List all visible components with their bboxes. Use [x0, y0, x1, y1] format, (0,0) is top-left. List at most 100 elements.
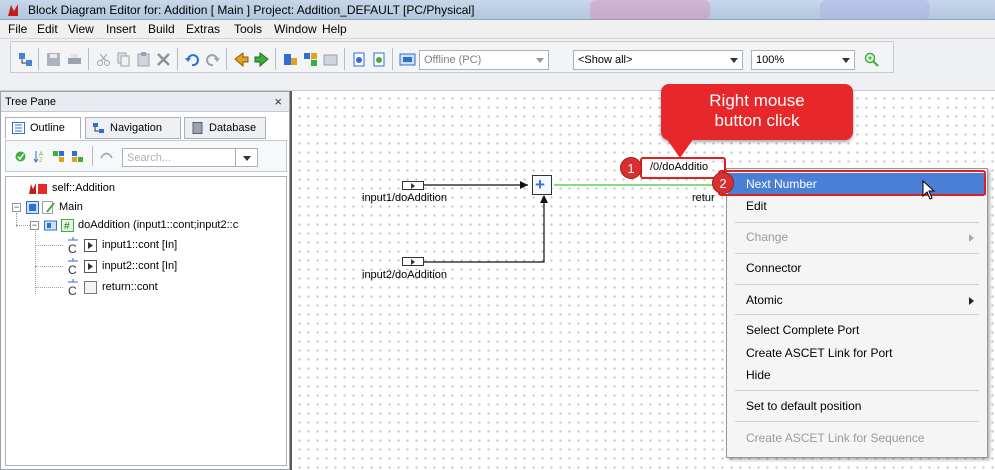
zoom-in-icon[interactable]	[863, 51, 880, 68]
tree-pane: Tree Pane × Outline Navigation Database …	[0, 91, 290, 470]
open-document-icon[interactable]	[351, 51, 368, 68]
mode-select[interactable]: Offline (PC)	[419, 50, 549, 70]
tab-outline[interactable]: Outline	[5, 117, 81, 139]
plus-icon: +	[535, 175, 545, 194]
input1-label[interactable]: input1/doAddition	[362, 192, 447, 204]
collapse-all-icon[interactable]	[71, 150, 84, 163]
chevron-down-icon	[730, 58, 738, 63]
save-icon[interactable]	[45, 51, 62, 68]
copy-icon[interactable]	[115, 51, 132, 68]
expand-all-icon[interactable]	[52, 150, 65, 163]
menu-item-atomic[interactable]: Atomic	[728, 289, 986, 311]
menu-item-label: Atomic	[746, 293, 783, 307]
input2-port[interactable]	[402, 257, 424, 266]
toolbar-separator	[92, 146, 93, 166]
tree-search-input[interactable]: Search...	[122, 148, 236, 167]
menu-item-label: Connector	[746, 261, 802, 275]
menu-item-edit[interactable]: Edit	[728, 195, 986, 217]
menu-extras[interactable]: Extras	[186, 22, 220, 36]
link-icon[interactable]	[100, 150, 113, 163]
app-logo-icon	[8, 4, 18, 16]
menu-item-create-link-port[interactable]: Create ASCET Link for Port	[728, 342, 986, 364]
input2-label[interactable]: input2/doAddition	[362, 269, 447, 281]
experiment-icon[interactable]	[322, 51, 339, 68]
tree-node-return[interactable]: return::cont	[102, 281, 158, 293]
mode-select-value: Offline (PC)	[424, 54, 482, 66]
menu-item-hide[interactable]: Hide	[728, 364, 986, 386]
instruction-callout: Right mouse button click	[661, 84, 853, 140]
tab-database-label: Database	[209, 122, 257, 134]
tree-pane-header: Tree Pane ×	[1, 92, 289, 112]
menu-item-set-default-position[interactable]: Set to default position	[728, 395, 986, 417]
tree-node-self-addition[interactable]: self::Addition	[52, 182, 115, 194]
tree-node-main[interactable]: Main	[59, 201, 83, 213]
filter-icon[interactable]	[14, 150, 27, 163]
menu-item-label: Set to default position	[746, 399, 862, 413]
redo-icon[interactable]	[204, 51, 221, 68]
tab-navigation-label: Navigation	[110, 122, 162, 134]
menu-view[interactable]: View	[68, 22, 94, 36]
menu-build[interactable]: Build	[148, 22, 175, 36]
chevron-down-icon	[842, 58, 850, 63]
collapse-icon[interactable]: −	[12, 203, 21, 212]
generate-code-icon[interactable]	[302, 51, 319, 68]
input1-port[interactable]	[402, 181, 424, 190]
outline-tree: self::Addition − Main − # doAddition (in…	[5, 176, 287, 466]
menu-item-label: Edit	[746, 199, 767, 213]
menu-edit[interactable]: Edit	[37, 22, 58, 36]
menu-file[interactable]: File	[8, 22, 27, 36]
continuous-variable-icon: C	[68, 237, 78, 254]
sort-icon[interactable]: AZ	[33, 150, 46, 163]
document-settings-icon[interactable]	[371, 51, 388, 68]
print-icon[interactable]	[66, 51, 83, 68]
tab-navigation[interactable]: Navigation	[85, 117, 181, 139]
delete-icon[interactable]	[155, 51, 172, 68]
menu-tools[interactable]: Tools	[234, 22, 262, 36]
chevron-down-icon	[243, 156, 251, 161]
build-icon[interactable]	[282, 51, 299, 68]
navigate-back-icon[interactable]	[233, 51, 250, 68]
menu-item-select-complete-port[interactable]: Select Complete Port	[728, 319, 986, 341]
zoom-select[interactable]: 100%	[751, 50, 855, 70]
callout-pointer	[666, 138, 694, 158]
target-icon[interactable]	[399, 51, 416, 68]
show-filter-select[interactable]: <Show all>	[573, 50, 743, 70]
menu-separator	[735, 284, 979, 285]
paste-icon[interactable]	[135, 51, 152, 68]
svg-text:C: C	[68, 242, 77, 254]
tree-node-doaddition[interactable]: doAddition (input1::cont;input2::c	[78, 219, 238, 231]
toolbar-strip: Offline (PC) <Show all> 100%	[10, 41, 894, 73]
menu-help[interactable]: Help	[322, 22, 347, 36]
menu-insert[interactable]: Insert	[106, 22, 136, 36]
menu-separator	[735, 390, 979, 391]
toolbar-separator	[88, 48, 89, 70]
database-icon	[192, 122, 203, 134]
tab-database[interactable]: Database	[184, 117, 266, 139]
menu-item-create-link-sequence[interactable]: Create ASCET Link for Sequence	[728, 427, 986, 449]
adder-block[interactable]: +	[532, 175, 552, 195]
toolbar-separator	[344, 48, 345, 70]
menu-bar: File Edit View Insert Build Extras Tools…	[0, 20, 995, 39]
svg-text:C: C	[68, 284, 77, 296]
collapse-icon[interactable]: −	[30, 221, 39, 230]
return-label[interactable]: retur	[692, 192, 715, 204]
menu-item-connector[interactable]: Connector	[728, 257, 986, 279]
navigate-forward-icon[interactable]	[253, 51, 270, 68]
menu-item-label: Select Complete Port	[746, 323, 860, 337]
svg-text:#: #	[64, 221, 70, 232]
undo-icon[interactable]	[184, 51, 201, 68]
search-scope-select[interactable]	[236, 148, 258, 167]
continuous-variable-icon: C	[68, 258, 78, 275]
edit-diagram-icon	[42, 201, 55, 214]
block-icon[interactable]	[17, 51, 34, 68]
menu-item-change[interactable]: Change	[728, 226, 986, 248]
title-bar: Block Diagram Editor for: Addition [ Mai…	[0, 0, 995, 20]
tree-node-input1[interactable]: input1::cont [In]	[102, 239, 177, 251]
chevron-right-icon	[969, 297, 974, 305]
callout-line-2: button click	[714, 111, 800, 130]
tree-node-input2[interactable]: input2::cont [In]	[102, 260, 177, 272]
close-icon[interactable]: ×	[274, 94, 282, 109]
menu-window[interactable]: Window	[274, 22, 317, 36]
callout-line-1: Right mouse	[709, 91, 805, 110]
cut-icon[interactable]	[95, 51, 112, 68]
